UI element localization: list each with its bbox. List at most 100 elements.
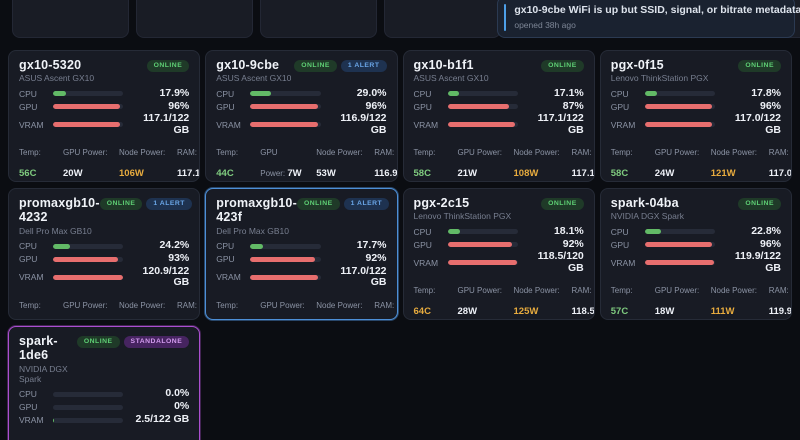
stat: Node Power: 130W	[316, 294, 374, 320]
card-stub[interactable]	[12, 0, 129, 38]
metric-value: 118.5/120 GB	[528, 251, 584, 274]
stat-label: GPU Power:	[458, 148, 502, 157]
metric-label: GPU	[19, 402, 53, 412]
node-model: Dell Pro Max GB10	[216, 226, 297, 236]
metric-label: VRAM	[19, 272, 53, 282]
stat-label: Temp:	[216, 301, 238, 310]
stat-value: 117.0/122 GB	[769, 168, 792, 179]
stat-label: GPU Power:	[458, 286, 502, 295]
stat: Node Power: --	[119, 432, 177, 440]
badge-group: ONLINE1 ALERT	[294, 60, 386, 72]
metric-vram: VRAM117.0/122 GB	[611, 113, 781, 136]
metric-list: CPU17.7%GPU92%VRAM117.0/122 GB	[216, 240, 386, 289]
metric-value: 17.8%	[725, 88, 781, 100]
card-stub[interactable]	[136, 0, 253, 38]
metric-bar-fill	[645, 229, 661, 234]
stat-value: 118.5/120 GB	[572, 306, 595, 317]
stat: Temp: 63C	[216, 294, 260, 320]
metric-label: VRAM	[414, 120, 448, 130]
card-stub[interactable]	[260, 0, 377, 38]
badge-group: ONLINE	[738, 60, 781, 72]
metric-bar	[250, 244, 320, 249]
metric-bar	[53, 257, 123, 262]
card-stub[interactable]	[384, 0, 501, 38]
metric-bar	[250, 257, 320, 262]
stat: Temp: 58C	[611, 141, 655, 182]
online-badge: ONLINE	[541, 198, 584, 210]
alert-notification[interactable]: gx10-9cbe WiFi is up but SSID, signal, o…	[497, 0, 795, 38]
badge-group: ONLINE	[541, 60, 584, 72]
stat-value: 57C	[611, 306, 628, 317]
metric-list: CPU22.8%GPU96%VRAM119.9/122 GB	[611, 225, 781, 274]
node-card-spark-1de6[interactable]: spark-1de6 NVIDIA DGX Spark ONLINESTANDA…	[8, 326, 200, 440]
metric-bar	[448, 260, 518, 265]
metric-cpu: CPU22.8%	[611, 225, 781, 238]
node-card-gx10-b1f1[interactable]: gx10-b1f1 ASUS Ascent GX10 ONLINE CPU17.…	[403, 50, 595, 182]
node-name: promaxgb10-423f	[216, 196, 297, 225]
metric-label: VRAM	[611, 120, 645, 130]
stat: RAM: 117.1/122 GB	[177, 141, 200, 182]
metric-bar-fill	[250, 122, 317, 127]
metric-list: CPU0.0%GPU0%VRAM2.5/122 GB	[19, 388, 189, 427]
metric-value: 2.5/122 GB	[133, 414, 189, 426]
metric-label: CPU	[216, 89, 250, 99]
stat: RAM: 117.0/122 GB	[374, 294, 397, 320]
metric-label: VRAM	[216, 272, 250, 282]
metric-bar-fill	[53, 244, 70, 249]
metric-bar-fill	[645, 104, 712, 109]
metric-label: CPU	[216, 241, 250, 251]
standalone-badge: STANDALONE	[124, 336, 190, 348]
stat: GPU Power: 7W	[260, 141, 316, 182]
metric-value: 24.2%	[133, 240, 189, 252]
metric-bar-fill	[448, 104, 509, 109]
metric-cpu: CPU17.7%	[216, 240, 386, 253]
badge-group: ONLINE1 ALERT	[297, 198, 389, 210]
metric-value: 93%	[133, 253, 189, 265]
metric-gpu: GPU92%	[216, 253, 386, 266]
metric-cpu: CPU24.2%	[19, 240, 189, 253]
metric-cpu: CPU17.9%	[19, 87, 189, 100]
stat-label: RAM:	[177, 148, 197, 157]
stat-value: 111W	[711, 306, 735, 317]
metric-list: CPU17.1%GPU87%VRAM117.1/122 GB	[414, 87, 584, 136]
stat: GPU Power: 4W	[63, 432, 119, 440]
stat-value: 44C	[216, 168, 233, 179]
metric-gpu: GPU93%	[19, 253, 189, 266]
node-model: NVIDIA DGX Spark	[611, 211, 684, 221]
metric-label: GPU	[611, 102, 645, 112]
cluster-dashboard: gx10-9cbe WiFi is up but SSID, signal, o…	[0, 0, 800, 440]
node-card-gx10-5320[interactable]: gx10-5320 ASUS Ascent GX10 ONLINE CPU17.…	[8, 50, 200, 182]
node-card-pgx-0f15[interactable]: pgx-0f15 Lenovo ThinkStation PGX ONLINE …	[600, 50, 792, 182]
node-card-promaxgb10-4232[interactable]: promaxgb10-4232 Dell Pro Max GB10 ONLINE…	[8, 188, 200, 320]
stat: RAM: 118.5/120 GB	[572, 279, 595, 320]
alert-badge: 1 ALERT	[341, 60, 387, 72]
metric-vram: VRAM116.9/122 GB	[216, 113, 386, 136]
node-model: Lenovo ThinkStation PGX	[611, 73, 709, 83]
stat: Temp: 58C	[414, 141, 458, 182]
node-card-pgx-2c15[interactable]: pgx-2c15 Lenovo ThinkStation PGX ONLINE …	[403, 188, 595, 320]
metric-bar-fill	[53, 257, 118, 262]
metric-bar	[645, 229, 715, 234]
metric-bar-fill	[645, 122, 712, 127]
alert-badge: 1 ALERT	[146, 198, 192, 210]
stat: Temp: 56C	[19, 141, 63, 182]
metric-bar	[53, 104, 123, 109]
metric-bar-fill	[645, 242, 712, 247]
node-card-promaxgb10-423f[interactable]: promaxgb10-423f Dell Pro Max GB10 ONLINE…	[205, 188, 397, 320]
metric-cpu: CPU0.0%	[19, 388, 189, 401]
stat-label: Node Power:	[316, 301, 362, 310]
stat-value: 116.9/122 GB	[374, 168, 397, 179]
stat-value: 117.1/122 GB	[572, 168, 595, 179]
metric-label: VRAM	[414, 258, 448, 268]
metric-label: GPU	[216, 102, 250, 112]
node-card-spark-04ba[interactable]: spark-04ba NVIDIA DGX Spark ONLINE CPU22…	[600, 188, 792, 320]
stat: GPU Power: 21W	[458, 141, 514, 182]
metric-value: 117.1/122 GB	[528, 113, 584, 136]
metric-label: CPU	[19, 389, 53, 399]
metric-bar-fill	[250, 104, 317, 109]
stat: RAM: 116.9/122 GB	[374, 141, 397, 182]
node-card-gx10-9cbe[interactable]: gx10-9cbe ASUS Ascent GX10 ONLINE1 ALERT…	[205, 50, 397, 182]
stat-label: RAM:	[177, 301, 197, 310]
stat-label: GPU Power:	[260, 148, 287, 178]
node-model: ASUS Ascent GX10	[216, 73, 291, 83]
